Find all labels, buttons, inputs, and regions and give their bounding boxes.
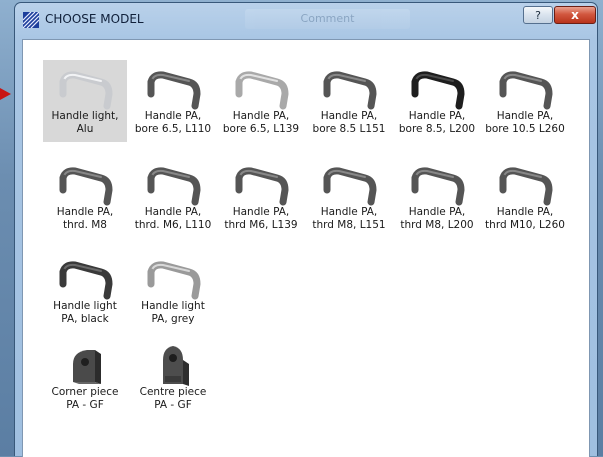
model-item[interactable]: Handle PA, bore 10.5 L260 [483,60,567,142]
handle-pa-icon [143,162,203,206]
handle-pa-icon [231,162,291,206]
model-item[interactable]: Handle PA, bore 6.5, L110 [131,60,215,142]
handle-pa-icon [319,66,379,110]
choose-model-dialog: CHOOSE MODEL Comment ? x Handle light, A… [14,2,598,457]
handle-light-alu-icon [55,66,115,110]
model-label: Corner piece PA - GF [51,386,119,411]
model-item[interactable]: Handle PA, thrd M8, L200 [395,156,479,238]
handle-pa-icon [495,66,555,110]
model-label: Handle light PA, grey [141,300,205,325]
model-label: Handle light, Alu [51,110,119,135]
handle-pa-icon [143,66,203,110]
app-logo-icon [23,12,39,28]
title-bar[interactable]: CHOOSE MODEL Comment ? x [15,3,597,35]
handle-pa-icon [407,162,467,206]
handle-pa-icon [495,162,555,206]
model-item[interactable]: Handle PA, bore 6.5, L139 [219,60,303,142]
model-item[interactable]: Handle PA, thrd M8, L151 [307,156,391,238]
model-label: Handle PA, thrd M8, L200 [400,206,474,231]
model-grid: Handle light, Alu Handle PA, bore 6.5, L1… [23,40,589,457]
model-label: Handle PA, bore 6.5, L110 [134,110,212,135]
corner-piece-icon [55,342,115,386]
handle-light-grey-icon [143,256,203,300]
model-item[interactable]: Centre piece PA - GF [131,336,215,418]
model-label: Handle light PA, black [53,300,117,325]
model-item[interactable]: Handle light PA, black [43,250,127,332]
model-label: Handle PA, bore 8.5, L200 [398,110,476,135]
background-tab: Comment [245,9,410,29]
model-item[interactable]: Handle PA, bore 8.5 L151 [307,60,391,142]
model-label: Handle PA, bore 6.5, L139 [222,110,300,135]
handle-pa-icon [319,162,379,206]
model-item[interactable]: Handle PA, bore 8.5, L200 [395,60,479,142]
model-list: Handle light, Alu Handle PA, bore 6.5, L1… [22,39,590,457]
model-item[interactable]: Handle PA, thrd M10, L260 [483,156,567,238]
model-item[interactable]: Handle light, Alu [43,60,127,142]
model-label: Handle PA, thrd M6, L139 [224,206,298,231]
red-arrow-pointer-icon [0,88,11,100]
help-button[interactable]: ? [523,6,553,24]
model-label: Handle PA, bore 10.5 L260 [485,110,565,135]
handle-pa-icon [407,66,467,110]
model-label: Handle PA, thrd. M8 [56,206,114,231]
model-label: Handle PA, bore 8.5 L151 [312,110,386,135]
handle-light-black-icon [55,256,115,300]
model-item[interactable]: Corner piece PA - GF [43,336,127,418]
model-item[interactable]: Handle PA, thrd. M8 [43,156,127,238]
close-button[interactable]: x [554,6,596,24]
centre-piece-icon [143,342,203,386]
model-label: Centre piece PA - GF [139,386,207,411]
model-label: Handle PA, thrd. M6, L110 [134,206,212,231]
model-item[interactable]: Handle PA, thrd M6, L139 [219,156,303,238]
handle-pa-icon [55,162,115,206]
window-title: CHOOSE MODEL [45,12,144,26]
handle-pa-icon [231,66,291,110]
model-label: Handle PA, thrd M8, L151 [312,206,386,231]
model-label: Handle PA, thrd M10, L260 [485,206,565,231]
model-item[interactable]: Handle light PA, grey [131,250,215,332]
model-item[interactable]: Handle PA, thrd. M6, L110 [131,156,215,238]
